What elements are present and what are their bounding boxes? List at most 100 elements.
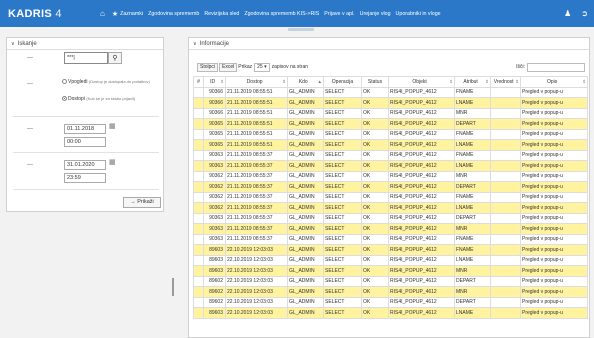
sort-icon: ⇕ [282,78,286,84]
col-header-opis[interactable]: Opis ⇕ [520,76,588,88]
table-cell-opis: Pregled v popup-u [520,254,588,266]
table-row[interactable]: 89602 22.10.2019 12:03:03 GL_ADMIN SELECT OK… [193,286,588,298]
date-from-field[interactable]: 01.11.2018 [64,124,106,134]
table-cell-atribut: MNR [454,107,491,119]
info-panel-header[interactable]: ∨ Informacije [189,38,589,50]
table-row[interactable]: 89603 22.10.2019 12:03:03 GL_ADMIN SELECT OK… [193,307,588,319]
table-row[interactable]: 89603 22.10.2019 12:03:03 GL_ADMIN SELECT OK… [193,244,588,256]
table-cell-opis: Pregled v popup-u [520,191,588,203]
nav-revizijska-sled[interactable]: Revizijska sled [204,11,239,17]
table-cell-opis: Pregled v popup-u [520,97,588,109]
table-cell-atribut: FNAME [454,244,491,256]
table-row[interactable]: 90362 21.11.2019 08:55:37 GL_ADMIN SELECT OK… [193,170,588,182]
radio-vpogledi[interactable]: Vpogledi (Dostop je dostopala do podatko… [62,79,158,85]
table-cell-dostop: 22.10.2019 12:03:03 [225,265,288,277]
table-cell-id: 89602 [203,275,226,287]
home-icon[interactable]: ⌂ [100,9,105,18]
table-cell-kdo: GL_ADMIN [287,244,324,256]
search-panel: ∨ Iskanje --- ***| ⚲ --- Vpogledi (Dosto… [6,37,164,212]
logout-icon[interactable]: ➲ [581,9,588,18]
table-cell-status: OK [361,181,389,193]
table-row[interactable]: 90363 21.11.2019 08:55:37 GL_ADMIN SELECT OK… [193,223,588,235]
table-cell-op: SELECT [323,181,362,193]
radio-dostopi-dot[interactable] [62,96,67,101]
col-header-vrednost[interactable]: Vrednost ⇕ [490,76,521,88]
table-row[interactable]: 90362 21.11.2019 08:55:37 GL_ADMIN SELECT OK… [193,191,588,203]
table-cell-opis: Pregled v popup-u [520,286,588,298]
time-to-field[interactable]: 23:59 [64,173,106,183]
table-cell-status: OK [361,149,389,161]
table-search-input[interactable] [527,62,585,72]
search-panel-header[interactable]: ∨ Iskanje [7,38,163,50]
user-icon[interactable]: ♟ [564,9,571,18]
table-cell-num [193,307,204,319]
table-row[interactable]: 90366 21.11.2019 08:55:51 GL_ADMIN SELECT OK… [193,97,588,109]
app-brand[interactable]: KADRIS 4 [0,8,100,20]
table-cell-kdo: GL_ADMIN [287,265,324,277]
table-cell-status: OK [361,118,389,130]
table-row[interactable]: 90365 21.11.2019 08:55:51 GL_ADMIN SELECT OK… [193,139,588,151]
col-header-num[interactable]: # [193,76,204,88]
table-row[interactable]: 90365 21.11.2019 08:55:51 GL_ADMIN SELECT OK… [193,118,588,130]
radio-vpogledi-dot[interactable] [62,79,67,84]
panel-splitter[interactable] [172,278,174,296]
table-row[interactable]: 90366 21.11.2019 08:55:51 GL_ADMIN SELECT OK… [193,86,588,98]
col-header-operacija[interactable]: Operacija [323,76,362,88]
table-cell-kdo: GL_ADMIN [287,181,324,193]
nav-prijave[interactable]: Prijave v apl. [324,11,354,17]
nav-zgodovina-sprememb[interactable]: Zgodovina sprememb [148,11,199,17]
col-header-status[interactable]: Status [361,76,389,88]
table-cell-atribut: FNAME [454,149,491,161]
show-button[interactable]: → Prikaži [123,197,161,208]
col-header-dostop[interactable]: Dostop ⇕ [225,76,288,88]
table-cell-kdo: GL_ADMIN [287,149,324,161]
nav-zaznamki[interactable]: Zaznamki [120,11,143,17]
radio-dostopi[interactable]: Dostopi (Kdo se je za sestio prijavil) [62,96,158,102]
col-header-objekt[interactable]: Objekt ⇕ [388,76,455,88]
table-cell-opis: Pregled v popup-u [520,265,588,277]
columns-button[interactable]: Stolpci [197,62,219,72]
col-header-atribut[interactable]: Atribut ⇕ [454,76,491,88]
table-cell-objekt: RIS4I_POPUP_4612 [388,244,455,256]
table-cell-status: OK [361,170,389,182]
table-row[interactable]: 89603 22.10.2019 12:03:03 GL_ADMIN SELECT OK… [193,254,588,266]
date-to-field[interactable]: 31.01.2020 [64,160,106,170]
table-cell-atribut: LNAME [454,97,491,109]
table-row[interactable]: 89602 22.10.2019 12:03:03 GL_ADMIN SELECT OK… [193,296,588,308]
table-cell-op: SELECT [323,233,362,245]
search-input[interactable]: ***| [64,52,108,64]
table-cell-objekt: RIS4I_POPUP_4612 [388,149,455,161]
table-row[interactable]: 90363 21.11.2019 08:55:37 GL_ADMIN SELECT OK… [193,160,588,172]
table-row[interactable]: 89602 22.10.2019 12:03:03 GL_ADMIN SELECT OK… [193,275,588,287]
calendar-icon[interactable]: ▦ [109,158,116,166]
col-header-id[interactable]: ID ⇕ [203,76,226,88]
top-resize-grip[interactable] [288,28,314,31]
nav-urejanje-vlog[interactable]: Urejanje vlog [360,11,391,17]
table-row[interactable]: 90362 21.11.2019 08:55:37 GL_ADMIN SELECT OK… [193,202,588,214]
radio-vpogledi-hint: (Dostop je dostopala do podatkov) [88,79,150,84]
table-cell-vrednost [490,223,521,235]
table-cell-kdo: GL_ADMIN [287,286,324,298]
table-cell-dostop: 21.11.2019 08:55:37 [225,181,288,193]
nav-zgodovina-kis-ris[interactable]: Zgodovina sprememb KIS->RIS [244,11,319,17]
table-row[interactable]: 89603 22.10.2019 12:03:03 GL_ADMIN SELECT OK… [193,265,588,277]
table-row[interactable]: 90366 21.11.2019 08:55:51 GL_ADMIN SELECT OK… [193,107,588,119]
col-header-kdo[interactable]: Kdo ▲ [287,76,324,88]
search-button[interactable]: ⚲ [108,52,122,64]
nav-uporabniki-vloge[interactable]: Uporabniki in vloge [396,11,441,17]
table-row[interactable]: 90365 21.11.2019 08:55:51 GL_ADMIN SELECT OK… [193,128,588,140]
table-cell-status: OK [361,286,389,298]
table-cell-atribut: FNAME [454,191,491,203]
table-cell-objekt: RIS4I_POPUP_4612 [388,223,455,235]
table-cell-id: 90366 [203,107,226,119]
table-row[interactable]: 90363 21.11.2019 08:55:37 GL_ADMIN SELECT OK… [193,149,588,161]
page-size-select[interactable]: 25 ▾ [254,62,270,72]
time-from-field[interactable]: 00:00 [64,137,106,147]
table-cell-opis: Pregled v popup-u [520,86,588,98]
table-cell-dostop: 22.10.2019 12:03:03 [225,254,288,266]
excel-button[interactable]: Excel [219,62,238,72]
table-row[interactable]: 90362 21.11.2019 08:55:37 GL_ADMIN SELECT OK… [193,181,588,193]
calendar-icon[interactable]: ▦ [109,122,116,130]
table-row[interactable]: 90363 21.11.2019 08:55:37 GL_ADMIN SELECT OK… [193,212,588,224]
table-row[interactable]: 90363 21.11.2019 08:55:37 GL_ADMIN SELECT OK… [193,233,588,245]
